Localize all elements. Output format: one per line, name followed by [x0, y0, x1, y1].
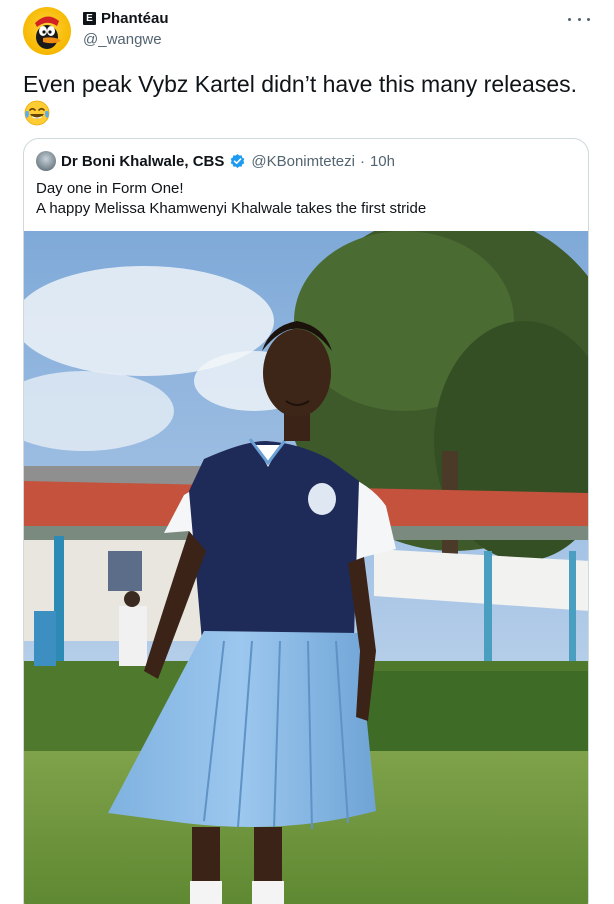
author-handle[interactable]: @_wangwe — [83, 31, 162, 48]
tweet-body: Even peak Vybz Kartel didn’t have this m… — [23, 71, 577, 97]
more-options-icon[interactable] — [568, 12, 590, 26]
verified-badge-icon — [231, 153, 245, 168]
timestamp-separator: · — [359, 152, 365, 170]
tweet[interactable]: E Phantéau @_wangwe Even peak Vybz Karte… — [0, 0, 614, 904]
quoted-author-avatar[interactable] — [36, 151, 56, 171]
cartoon-duck-avatar-icon — [35, 16, 61, 49]
quoted-author-handle[interactable]: @KBonimtetezi — [251, 153, 355, 170]
face-with-tears-of-joy-emoji-icon — [24, 100, 50, 126]
quoted-tweet[interactable]: Dr Boni Khalwale, CBS @KBonimtetezi · 10… — [23, 138, 589, 904]
school-uniform-photo[interactable] — [24, 231, 588, 904]
quoted-author-name[interactable]: Dr Boni Khalwale, CBS — [61, 153, 224, 170]
photo-image — [24, 231, 588, 904]
quoted-line: Day one in Form One! — [36, 180, 184, 197]
profile-badge: E — [83, 12, 96, 25]
quoted-line: A happy Melissa Khamwenyi Khalwale takes… — [36, 200, 427, 217]
quoted-tweet-text: Day one in Form One! A happy Melissa Kha… — [36, 179, 576, 219]
author-avatar[interactable] — [23, 7, 71, 55]
tweet-text: Even peak Vybz Kartel didn’t have this m… — [23, 70, 593, 127]
author-display-name[interactable]: Phantéau — [101, 10, 169, 27]
quoted-timestamp[interactable]: 10h — [370, 153, 395, 170]
